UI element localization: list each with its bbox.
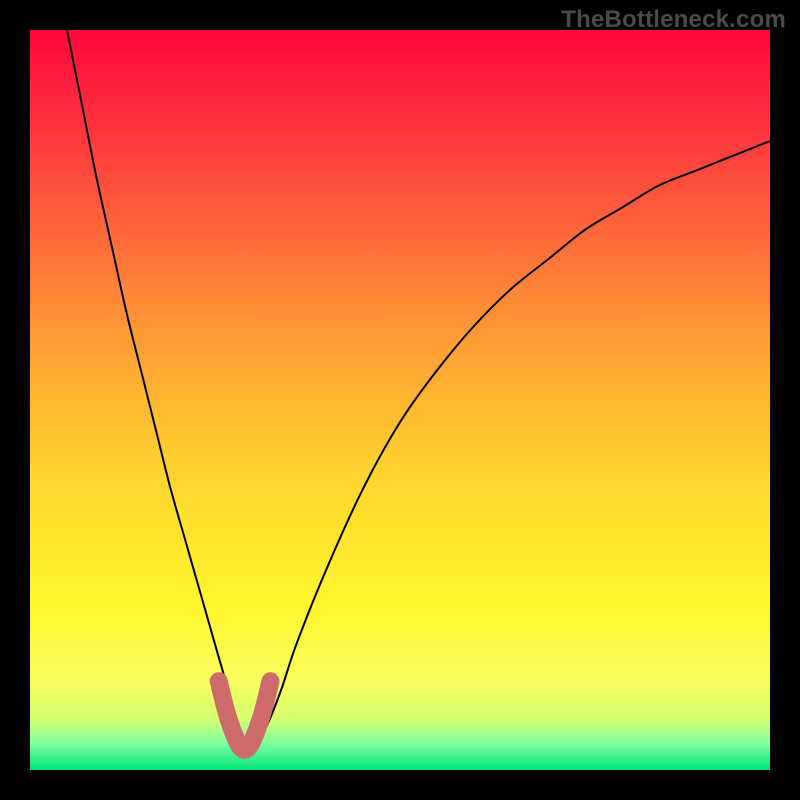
gradient-background [30, 30, 770, 770]
bottleneck-chart [30, 30, 770, 770]
chart-frame: TheBottleneck.com [0, 0, 800, 800]
plot-area [30, 30, 770, 770]
